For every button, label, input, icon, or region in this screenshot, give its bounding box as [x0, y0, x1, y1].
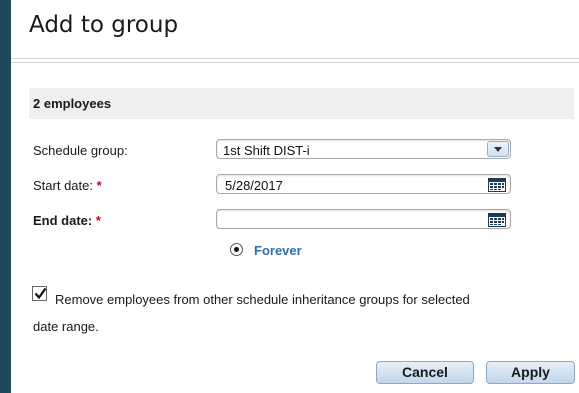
chevron-down-icon — [494, 147, 502, 152]
apply-button[interactable]: Apply — [486, 361, 575, 384]
end-date-label: End date: * — [33, 213, 101, 228]
check-icon — [34, 287, 47, 300]
start-date-label: Start date: * — [33, 178, 102, 193]
remove-from-groups-checkbox[interactable] — [32, 286, 47, 301]
calendar-icon[interactable] — [488, 178, 506, 192]
required-marker: * — [96, 178, 102, 193]
employee-count: 2 employees — [33, 96, 112, 111]
start-date-value: 5/28/2017 — [225, 178, 283, 193]
start-date-input[interactable]: 5/28/2017 — [216, 174, 511, 194]
title-divider-2 — [11, 62, 579, 63]
end-date-label-text: End date: — [33, 213, 93, 228]
calendar-icon[interactable] — [488, 213, 506, 227]
add-to-group-dialog: Add to group 2 employees Schedule group:… — [11, 0, 579, 393]
employee-count-bar: 2 employees — [29, 88, 574, 119]
required-marker: * — [95, 213, 101, 228]
schedule-group-dropdown-button[interactable] — [487, 141, 509, 157]
dialog-title: Add to group — [29, 12, 179, 38]
schedule-group-value: 1st Shift DIST-i — [223, 143, 310, 158]
remove-from-groups-label-cont: date range. — [33, 319, 99, 334]
schedule-group-label: Schedule group: — [33, 143, 128, 158]
title-divider — [11, 58, 579, 59]
end-date-input[interactable] — [216, 209, 511, 229]
forever-label[interactable]: Forever — [254, 243, 302, 258]
cancel-button[interactable]: Cancel — [376, 361, 474, 384]
forever-radio[interactable] — [230, 243, 243, 256]
remove-from-groups-label: Remove employees from other schedule inh… — [55, 292, 470, 307]
schedule-group-select[interactable]: 1st Shift DIST-i — [216, 139, 511, 159]
start-date-label-text: Start date: — [33, 178, 93, 193]
